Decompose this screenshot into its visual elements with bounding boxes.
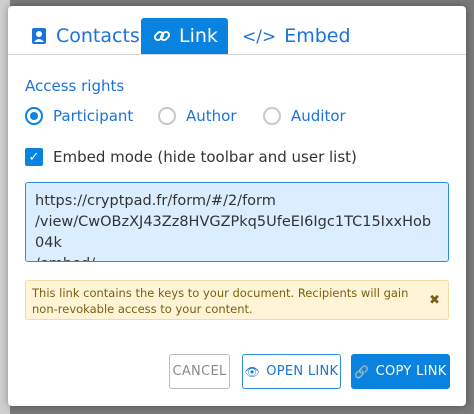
radio-participant[interactable]: Participant	[25, 104, 133, 128]
link-icon	[153, 27, 171, 45]
tab-link[interactable]: Link	[141, 18, 228, 54]
embed-mode-label: Embed mode (hide toolbar and user list)	[53, 148, 357, 166]
tab-label: Link	[179, 25, 218, 47]
tab-bar: Contacts Link </> Embed	[8, 6, 466, 55]
radio-label: Participant	[53, 107, 134, 125]
warning-text: This link contains the keys to your docu…	[32, 286, 409, 316]
tab-embed[interactable]: </> Embed	[230, 18, 363, 54]
copy-link-button[interactable]: 🔗 COPY LINK	[351, 354, 450, 389]
tab-contacts[interactable]: Contacts	[18, 18, 152, 54]
tab-label: Contacts	[56, 25, 140, 47]
tab-label: Embed	[284, 25, 351, 47]
open-link-label: OPEN LINK	[266, 364, 339, 379]
radio-author[interactable]: Author	[158, 104, 237, 128]
access-rights-label: Access rights	[25, 77, 125, 95]
embed-mode-checkbox[interactable]: ✓ Embed mode (hide toolbar and user list…	[25, 148, 357, 166]
radio-auditor[interactable]: Auditor	[263, 104, 346, 128]
share-link-field[interactable]: https://cryptpad.fr/form/#/2/form /view/…	[25, 182, 449, 262]
radio-label: Author	[186, 107, 237, 125]
copy-link-label: COPY LINK	[375, 364, 447, 379]
eye-icon: 👁	[244, 364, 261, 379]
radio-unchecked-icon	[158, 107, 176, 125]
share-dialog: Contacts Link </> Embed Access rights Pa…	[8, 6, 466, 406]
contacts-icon	[30, 27, 48, 45]
code-icon: </>	[242, 27, 277, 47]
warning-message: This link contains the keys to your docu…	[25, 280, 449, 320]
cancel-button[interactable]: CANCEL	[169, 354, 230, 389]
radio-unchecked-icon	[263, 107, 281, 125]
open-link-button[interactable]: 👁 OPEN LINK	[242, 354, 341, 389]
cancel-label: CANCEL	[172, 364, 227, 379]
close-icon[interactable]: ✖	[429, 293, 440, 309]
link-icon: 🔗	[354, 364, 370, 379]
radio-checked-icon	[25, 107, 43, 125]
check-icon: ✓	[25, 148, 43, 166]
radio-label: Auditor	[291, 107, 346, 125]
